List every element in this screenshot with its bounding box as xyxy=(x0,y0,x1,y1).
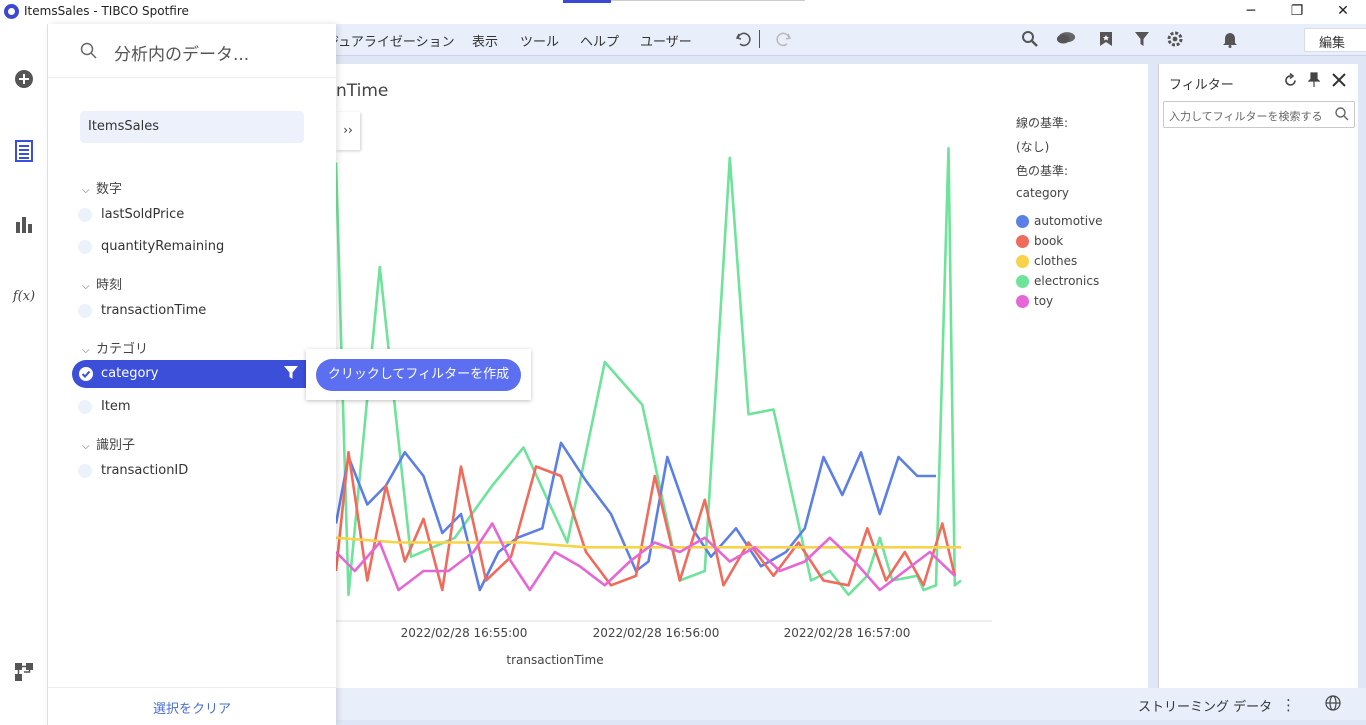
menu-tools[interactable]: ツール xyxy=(520,31,559,50)
globe-icon[interactable] xyxy=(1325,695,1341,715)
mode-select-value: 編集 xyxy=(1319,36,1346,51)
legend-swatch xyxy=(1016,275,1029,288)
more-options-icon[interactable]: ⋮ xyxy=(1281,696,1296,714)
left-rail: f(x) xyxy=(0,24,48,725)
legend-color-by-value[interactable]: category xyxy=(1016,186,1069,200)
legend-color-by-label[interactable]: 色の基準: xyxy=(1016,162,1068,179)
status-bar: ストリーミング データ ⋮ xyxy=(336,688,1366,720)
collaboration-icon[interactable] xyxy=(1056,29,1076,49)
data-canvas-icon[interactable] xyxy=(12,660,36,684)
clear-selection-link[interactable]: 選択をクリア xyxy=(48,687,336,725)
create-filter-button[interactable]: クリックしてフィルターを作成 xyxy=(316,359,521,391)
add-icon[interactable] xyxy=(12,67,36,91)
window-title: ItemsSales - TIBCO Spotfire xyxy=(24,4,189,18)
legend-swatch xyxy=(1016,295,1029,308)
search-icon xyxy=(1335,107,1349,124)
visualization-types-icon[interactable] xyxy=(12,212,36,236)
group-header-identifier[interactable]: ⌵ 識別子 xyxy=(82,434,135,453)
group-header-numeric[interactable]: ⌵ 数字 xyxy=(82,178,122,197)
title-bar: ItemsSales - TIBCO Spotfire ─ ❐ ✕ xyxy=(0,0,1366,24)
function-fx-icon[interactable]: f(x) xyxy=(12,284,36,308)
pin-icon[interactable] xyxy=(1307,72,1321,92)
x-tick-label: 2022/02/28 16:55:00 xyxy=(400,626,528,640)
legend-swatch xyxy=(1016,235,1029,248)
field-type-icon xyxy=(78,400,92,414)
undo-icon[interactable] xyxy=(733,29,753,49)
reset-filters-icon[interactable] xyxy=(1283,72,1298,92)
close-icon[interactable] xyxy=(1331,72,1347,92)
field-category-selected[interactable]: category xyxy=(72,360,316,388)
chevron-down-icon: ⌵ xyxy=(82,345,90,356)
chevron-down-icon: ⌵ xyxy=(82,281,90,292)
series-line-automotive[interactable] xyxy=(336,441,936,592)
chevron-down-icon: ⌵ xyxy=(82,441,90,452)
filter-panel: フィルター 入力してフィルターを検索する xyxy=(1158,64,1358,688)
menu-help[interactable]: ヘルプ xyxy=(580,31,619,50)
menu-user[interactable]: ユーザー xyxy=(640,31,692,50)
filter-search-input[interactable]: 入力してフィルターを検索する xyxy=(1163,101,1355,128)
toolbar-separator xyxy=(759,30,760,48)
data-search-input[interactable]: 分析内のデータ... xyxy=(48,24,336,78)
active-tab-indicator xyxy=(563,0,611,3)
minimize-button[interactable]: ─ xyxy=(1228,0,1274,24)
data-search-placeholder: 分析内のデータ... xyxy=(114,45,250,65)
bookmark-icon[interactable] xyxy=(1096,29,1116,49)
legend-line-by-value[interactable]: (なし) xyxy=(1016,138,1049,155)
tab-divider xyxy=(611,0,805,1)
search-icon[interactable] xyxy=(1020,29,1040,49)
chevron-down-icon: ⌵ xyxy=(82,185,90,196)
data-panel-icon[interactable] xyxy=(12,139,36,163)
restore-button[interactable]: ❐ xyxy=(1274,0,1320,24)
menu-visualization[interactable]: ジュアライゼーション xyxy=(326,31,455,50)
data-source-item[interactable]: ItemsSales xyxy=(80,111,304,143)
redo-icon[interactable] xyxy=(774,29,794,49)
legend-swatch xyxy=(1016,255,1029,268)
x-tick-label: 2022/02/28 16:57:00 xyxy=(783,626,911,640)
selected-check-icon xyxy=(79,367,93,381)
group-header-category[interactable]: ⌵ カテゴリ xyxy=(82,338,148,357)
x-axis-title: transactionTime xyxy=(506,653,604,667)
spotfire-logo-icon xyxy=(4,4,19,19)
settings-gear-icon[interactable] xyxy=(1165,29,1185,49)
filter-icon[interactable] xyxy=(284,366,298,384)
field-type-icon xyxy=(78,304,92,318)
streaming-data-label[interactable]: ストリーミング データ xyxy=(1138,696,1272,715)
legend-swatch xyxy=(1016,215,1029,228)
filter-panel-title: フィルター xyxy=(1169,78,1234,93)
menu-view[interactable]: 表示 xyxy=(472,31,498,50)
filter-icon[interactable] xyxy=(1132,29,1152,49)
legend-line-by-label[interactable]: 線の基準: xyxy=(1016,114,1068,131)
data-panel: 分析内のデータ... ItemsSales ⌵ 数字 lastSoldPrice … xyxy=(48,24,336,725)
x-tick-label: 2022/02/28 16:56:00 xyxy=(592,626,720,640)
field-type-icon xyxy=(78,464,92,478)
search-icon xyxy=(80,42,98,64)
field-type-icon xyxy=(78,240,92,254)
close-window-button[interactable]: ✕ xyxy=(1320,0,1366,24)
mode-select[interactable]: 編集 xyxy=(1304,28,1366,52)
group-header-time[interactable]: ⌵ 時刻 xyxy=(82,274,122,293)
notification-bell-icon[interactable] xyxy=(1220,29,1240,49)
field-type-icon xyxy=(78,208,92,222)
create-filter-tooltip: クリックしてフィルターを作成 xyxy=(306,349,531,400)
